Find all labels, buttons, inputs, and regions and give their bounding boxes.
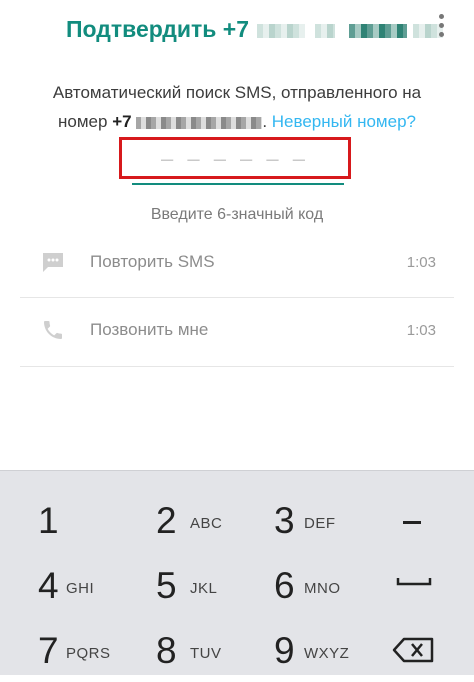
redacted-number-part	[349, 23, 408, 38]
message-icon	[40, 250, 66, 274]
phone-prefix: +7	[112, 112, 132, 131]
resend-sms-label: Повторить SMS	[90, 252, 215, 271]
numeric-keypad: 1 2 ABC 3 DEF 4 GHI 5 JKL 6 MNO 7 PQRS 8…	[0, 470, 474, 675]
redacted-phone	[136, 116, 263, 129]
key-4[interactable]: 4 GHI	[0, 546, 118, 612]
backspace-icon[interactable]	[356, 611, 474, 677]
key-3[interactable]: 3 DEF	[236, 481, 354, 547]
wrong-number-link[interactable]: Неверный номер?	[272, 112, 416, 131]
info-line-2: номер +7 . Неверный номер?	[0, 107, 474, 136]
page-title-text: Подтвердить +7	[66, 16, 250, 42]
info-line-1: Автоматический поиск SMS, отправленного …	[52, 83, 422, 102]
key-9[interactable]: 9 WXYZ	[236, 611, 354, 677]
key-letters: GHI	[66, 580, 95, 597]
key-digit: 1	[38, 500, 59, 541]
key-letters: TUV	[190, 645, 222, 662]
key-letters: PQRS	[66, 645, 111, 662]
minus-key[interactable]	[356, 481, 474, 547]
page-title: Подтвердить +7	[66, 16, 444, 43]
app-header: Подтвердить +7	[0, 0, 474, 56]
call-me-timer: 1:03	[406, 322, 436, 339]
code-input[interactable]: – – – – – –	[119, 137, 351, 179]
key-digit: 5	[156, 565, 177, 606]
period: .	[262, 112, 268, 131]
key-digit: 3	[274, 500, 295, 541]
key-6[interactable]: 6 MNO	[236, 546, 354, 612]
sms-info-text: Автоматический поиск SMS, отправленного …	[0, 78, 474, 136]
more-vert-icon[interactable]	[434, 12, 448, 40]
key-letters: JKL	[190, 580, 218, 597]
divider	[20, 297, 454, 298]
call-me-option[interactable]: Позвонить мне 1:03	[0, 300, 474, 360]
key-2[interactable]: 2 ABC	[118, 481, 236, 547]
key-letters: ABC	[190, 515, 223, 532]
space-key[interactable]	[356, 546, 474, 612]
key-digit: 7	[38, 630, 59, 671]
key-1[interactable]: 1	[0, 481, 118, 547]
code-hint: Введите 6-значный код	[150, 206, 324, 223]
key-digit: 8	[156, 630, 177, 671]
redacted-number-part	[257, 23, 306, 38]
key-digit: 2	[156, 500, 177, 541]
number-label: номер	[58, 112, 108, 131]
phone-icon	[40, 318, 66, 342]
call-me-label: Позвонить мне	[90, 320, 209, 339]
divider	[20, 366, 454, 367]
key-7[interactable]: 7 PQRS	[0, 611, 118, 677]
key-digit: 4	[38, 565, 59, 606]
key-letters: DEF	[304, 515, 336, 532]
redacted-number-part	[315, 23, 336, 38]
key-digit: 9	[274, 630, 295, 671]
resend-sms-option[interactable]: Повторить SMS 1:03	[0, 232, 474, 292]
code-underline	[132, 183, 344, 185]
code-placeholder: – – – – – –	[161, 146, 309, 171]
key-letters: WXYZ	[304, 645, 350, 662]
key-8[interactable]: 8 TUV	[118, 611, 236, 677]
key-letters: MNO	[304, 580, 341, 597]
key-digit: 6	[274, 565, 295, 606]
resend-sms-timer: 1:03	[406, 254, 436, 271]
key-5[interactable]: 5 JKL	[118, 546, 236, 612]
